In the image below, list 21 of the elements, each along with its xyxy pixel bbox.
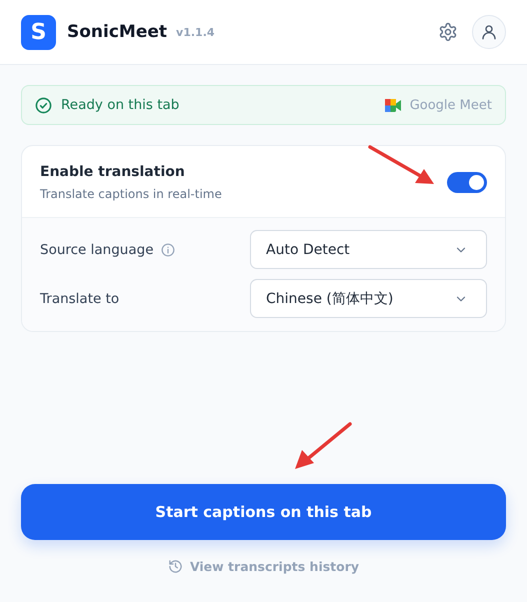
status-text: Ready on this tab [61,97,180,113]
profile-button[interactable] [472,15,506,49]
app-name: SonicMeet [67,22,168,42]
platform-label: Google Meet [410,98,492,112]
start-captions-button[interactable]: Start captions on this tab [21,484,506,540]
language-dropdown[interactable]: Auto Detect [250,230,487,269]
settings-icon[interactable] [438,22,458,42]
check-circle-icon [35,96,52,114]
history-icon [168,559,183,574]
toggle-switch[interactable] [447,172,487,193]
app-logo: S [21,14,56,50]
field-label: Source language [40,242,154,258]
annotation-arrow [293,421,353,471]
user-icon [480,23,498,41]
version-label: v1.1.4 [176,26,215,38]
setting-description: Translate captions in real-time [40,187,223,201]
language-dropdown[interactable]: Chinese (简体中文) [250,279,487,318]
annotation-arrow [368,145,436,187]
field-label: Translate to [40,290,120,306]
video-camera-icon [384,98,401,112]
setting-title: Enable translation [40,164,186,180]
